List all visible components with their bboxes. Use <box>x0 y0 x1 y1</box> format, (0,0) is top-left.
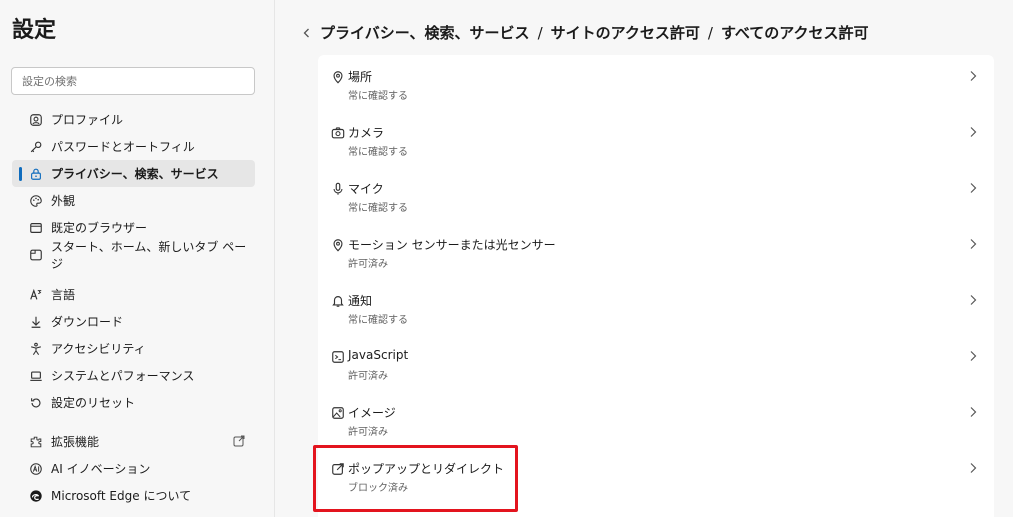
sidebar-item-reset[interactable]: 設定のリセット <box>12 389 255 416</box>
permission-row-location[interactable]: 場所 常に確認する <box>318 55 994 111</box>
chevron-right-icon <box>970 295 977 305</box>
laptop-icon <box>29 369 43 383</box>
sidebar-item-label: プライバシー、検索、サービス <box>51 167 219 181</box>
permission-row-popups[interactable]: ポップアップとリダイレクト ブロック済み <box>318 447 994 503</box>
permission-status: 許可済み <box>348 259 388 270</box>
permission-status: 常に確認する <box>348 315 408 326</box>
browser-icon <box>29 221 43 235</box>
chevron-right-icon <box>970 71 977 81</box>
permission-title: JavaScript <box>348 348 409 362</box>
sidebar-item-label: プロファイル <box>51 113 124 127</box>
microphone-icon <box>331 181 345 195</box>
app-title: 設定 <box>12 18 57 43</box>
permissions-list: 場所 常に確認する カメラ 常に確認する マイク 常に確認する モーション セン… <box>318 55 994 517</box>
permission-title: カメラ <box>348 126 385 140</box>
sidebar-item-label: AI イノベーション <box>51 462 151 476</box>
sidebar-item-label: スタート、ホーム、新しいタブ ページ <box>51 239 247 271</box>
sidebar-item-about-edge[interactable]: Microsoft Edge について <box>12 482 255 509</box>
location-icon <box>331 69 345 84</box>
permission-status: 常に確認する <box>348 91 408 102</box>
breadcrumb: プライバシー、検索、サービス / サイトのアクセス許可 / すべてのアクセス許可 <box>300 22 869 43</box>
nav-group-system: 言語 ダウンロード アクセシビリティ システムとパフォーマンス 設定のリセット <box>12 281 255 416</box>
lock-icon <box>29 167 43 181</box>
image-icon <box>331 405 345 419</box>
nav-group-main: プロファイル パスワードとオートフィル プライバシー、検索、サービス 外観 既定… <box>12 106 255 271</box>
sidebar-item-label: Microsoft Edge について <box>51 489 192 503</box>
sidebar-item-system[interactable]: システムとパフォーマンス <box>12 362 255 389</box>
home-tab-icon <box>29 248 43 262</box>
sidebar-item-privacy[interactable]: プライバシー、検索、サービス <box>12 160 255 187</box>
permission-status: 常に確認する <box>348 147 408 158</box>
extensions-icon <box>29 435 43 449</box>
camera-icon <box>331 125 345 139</box>
permission-title: イメージ <box>348 406 396 420</box>
permission-title: 通知 <box>348 294 373 308</box>
permission-row-javascript[interactable]: JavaScript 許可済み <box>318 335 994 391</box>
key-icon <box>29 140 43 154</box>
profile-icon <box>29 113 43 127</box>
permission-row-motion-sensors[interactable]: モーション センサーまたは光センサー 許可済み <box>318 223 994 279</box>
permission-row-notifications[interactable]: 通知 常に確認する <box>318 279 994 335</box>
edge-logo-icon <box>29 489 43 503</box>
sidebar-item-label: 外観 <box>51 194 76 208</box>
breadcrumb-item-all-permissions: すべてのアクセス許可 <box>720 24 869 42</box>
script-icon <box>331 349 345 363</box>
nav-group-about: 拡張機能 AI イノベーション Microsoft Edge について <box>12 428 255 509</box>
permission-status: 許可済み <box>348 427 388 438</box>
sidebar-item-label: システムとパフォーマンス <box>51 369 195 383</box>
sidebar-item-label: 設定のリセット <box>51 396 136 410</box>
sidebar-item-appearance[interactable]: 外観 <box>12 187 255 214</box>
permission-status: 許可済み <box>348 371 388 382</box>
sidebar-item-passwords[interactable]: パスワードとオートフィル <box>12 133 255 160</box>
sidebar-item-profile[interactable]: プロファイル <box>12 106 255 133</box>
palette-icon <box>29 194 43 208</box>
accessibility-icon <box>29 342 43 356</box>
breadcrumb-separator: / <box>707 23 713 42</box>
popup-icon <box>331 461 345 475</box>
download-icon <box>29 315 43 329</box>
permission-title: 場所 <box>348 70 373 84</box>
sidebar-item-label: アクセシビリティ <box>51 342 146 356</box>
chevron-right-icon <box>970 463 977 473</box>
permission-title: ポップアップとリダイレクト <box>348 462 505 476</box>
breadcrumb-item-privacy[interactable]: プライバシー、検索、サービス <box>320 22 530 43</box>
language-icon <box>29 288 43 302</box>
sidebar-item-downloads[interactable]: ダウンロード <box>12 308 255 335</box>
permission-row-camera[interactable]: カメラ 常に確認する <box>318 111 994 167</box>
sidebar-item-label: 言語 <box>51 288 76 302</box>
sidebar-item-extensions[interactable]: 拡張機能 <box>12 428 255 455</box>
sidebar-item-start-home[interactable]: スタート、ホーム、新しいタブ ページ <box>12 240 255 271</box>
back-chevron-icon[interactable] <box>300 26 314 40</box>
sidebar: 設定 プロファイル パスワードとオートフィル プライバシー、検索、サービス 外観… <box>0 0 275 517</box>
ai-icon <box>29 462 43 476</box>
sidebar-item-label: パスワードとオートフィル <box>51 140 195 154</box>
chevron-right-icon <box>970 351 977 361</box>
search-box[interactable] <box>11 67 255 95</box>
bell-icon <box>331 293 345 307</box>
permission-row-images[interactable]: イメージ 許可済み <box>318 391 994 447</box>
chevron-right-icon <box>970 183 977 193</box>
permission-status: 常に確認する <box>348 203 408 214</box>
search-input[interactable] <box>12 68 254 94</box>
permission-row-microphone[interactable]: マイク 常に確認する <box>318 167 994 223</box>
sidebar-item-label: 拡張機能 <box>51 435 100 449</box>
permission-title: マイク <box>348 182 384 196</box>
sidebar-item-label: ダウンロード <box>51 315 124 329</box>
sensor-icon <box>331 237 345 252</box>
sidebar-item-label: 既定のブラウザー <box>51 221 148 235</box>
sidebar-item-accessibility[interactable]: アクセシビリティ <box>12 335 255 362</box>
chevron-right-icon <box>970 407 977 417</box>
permission-title: モーション センサーまたは光センサー <box>348 238 556 252</box>
reset-icon <box>29 396 43 410</box>
external-link-icon <box>233 435 245 447</box>
chevron-right-icon <box>970 127 977 137</box>
sidebar-item-language[interactable]: 言語 <box>12 281 255 308</box>
chevron-right-icon <box>970 239 977 249</box>
breadcrumb-item-site-permissions[interactable]: サイトのアクセス許可 <box>551 22 700 43</box>
sidebar-item-ai-innovation[interactable]: AI イノベーション <box>12 455 255 482</box>
breadcrumb-separator: / <box>537 23 543 42</box>
permission-status: ブロック済み <box>348 483 408 494</box>
